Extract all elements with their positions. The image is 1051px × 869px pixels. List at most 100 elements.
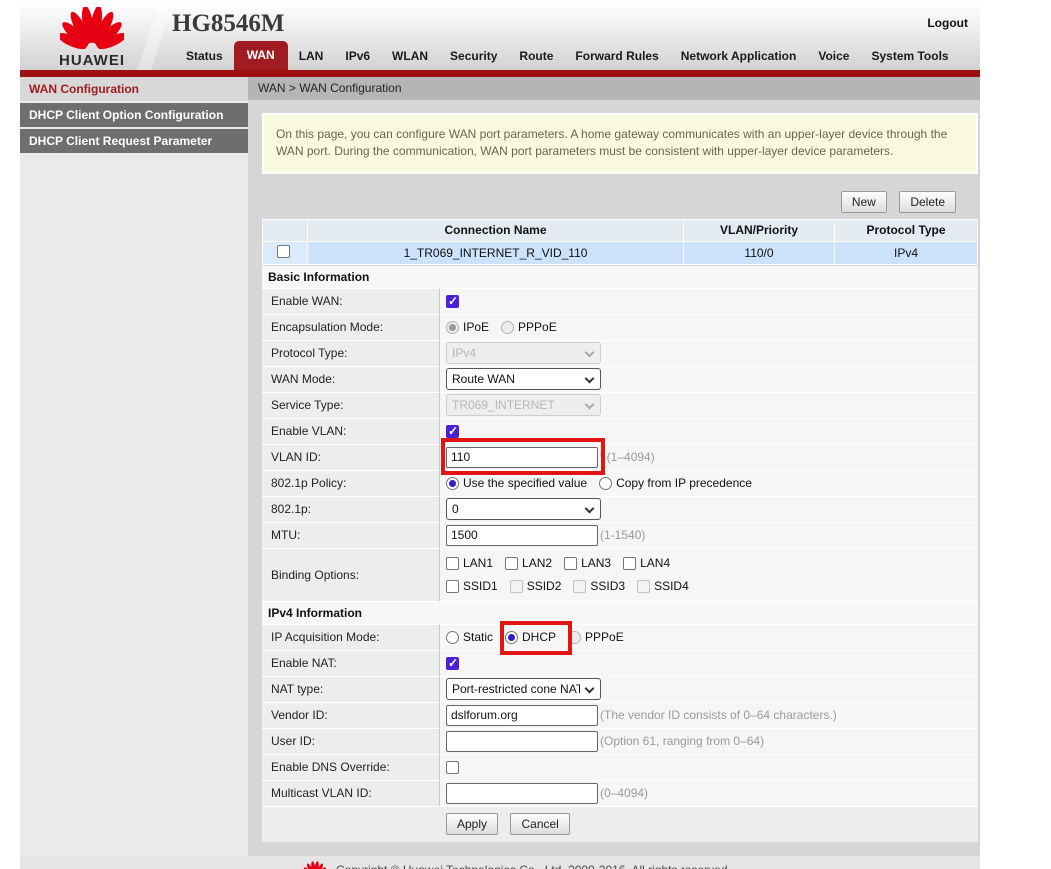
tab-network-application[interactable]: Network Application: [670, 43, 808, 70]
cancel-button[interactable]: Cancel: [510, 813, 569, 835]
enable-wan-checkbox[interactable]: [446, 295, 459, 308]
connection-table: Connection Name VLAN/Priority Protocol T…: [262, 219, 978, 265]
sidebar: WAN Configuration DHCP Client Option Con…: [20, 77, 248, 856]
lan2-checkbox[interactable]: [505, 557, 518, 570]
header-divider: [137, 4, 172, 70]
page-description: On this page, you can configure WAN port…: [262, 113, 978, 174]
row-enable-vlan: Enable VLAN:: [262, 419, 978, 444]
section-ipv4-information: IPv4 Information: [262, 602, 978, 624]
footer: Copyright © Huawei Technologies Co., Ltd…: [20, 856, 980, 869]
ipoe-radio: [446, 321, 459, 334]
8021p-select[interactable]: 0: [446, 498, 601, 520]
vendor-id-label: Vendor ID:: [262, 703, 440, 728]
row-vendor-id: Vendor ID: (The vendor ID consists of 0–…: [262, 703, 978, 728]
tab-wlan[interactable]: WLAN: [381, 43, 439, 70]
row-encapsulation-mode: Encapsulation Mode: IPoE PPPoE: [262, 315, 978, 340]
form-buttons-row: Apply Cancel: [262, 807, 978, 842]
tab-status[interactable]: Status: [175, 43, 234, 70]
ssid2-label: SSID2: [527, 579, 562, 593]
encapsulation-mode-label: Encapsulation Mode:: [262, 315, 440, 340]
header-vlan-priority: VLAN/Priority: [684, 220, 834, 241]
row-protocol-type: Protocol Type: IPv4: [262, 341, 978, 366]
protocol-type-label: Protocol Type:: [262, 341, 440, 366]
tab-wan[interactable]: WAN: [234, 41, 288, 70]
vlan-priority-cell: 110/0: [684, 242, 834, 264]
connection-name-cell: 1_TR069_INTERNET_R_VID_110: [308, 242, 683, 264]
enable-vlan-checkbox[interactable]: [446, 425, 459, 438]
vlan-id-input[interactable]: [446, 447, 598, 468]
user-id-input[interactable]: [446, 731, 598, 752]
delete-button[interactable]: Delete: [899, 191, 956, 213]
8021p-label: 802.1p:: [262, 497, 440, 522]
row-mtu: MTU: (1-1540): [262, 523, 978, 548]
multicast-vlan-id-hint: (0–4094): [600, 786, 648, 800]
pppoe-mode-radio-label: PPPoE: [585, 630, 624, 644]
row-ip-acquisition-mode: IP Acquisition Mode: Static DHCP PPPoE: [262, 625, 978, 650]
wan-mode-label: WAN Mode:: [262, 367, 440, 392]
top-nav: Status WAN LAN IPv6 WLAN Security Route …: [175, 41, 960, 70]
static-radio[interactable]: [446, 631, 459, 644]
huawei-flower-icon: [303, 861, 327, 869]
mtu-hint: (1-1540): [600, 528, 645, 542]
dhcp-radio[interactable]: [505, 631, 518, 644]
ssid3-checkbox: [573, 580, 586, 593]
row-binding-options: Binding Options: LAN1 LAN2 LAN3 LAN4 SSI…: [262, 549, 978, 601]
multicast-vlan-id-input[interactable]: [446, 783, 598, 804]
header-select-cell: [263, 220, 307, 241]
row-user-id: User ID: (Option 61, ranging from 0–64): [262, 729, 978, 754]
nat-type-select[interactable]: Port-restricted cone NAT: [446, 678, 601, 700]
ssid3-label: SSID3: [590, 579, 625, 593]
static-radio-label: Static: [463, 630, 493, 644]
ssid4-label: SSID4: [654, 579, 689, 593]
ssid1-checkbox[interactable]: [446, 580, 459, 593]
vlan-id-label: VLAN ID:: [262, 445, 440, 470]
enable-nat-label: Enable NAT:: [262, 651, 440, 676]
table-actions: New Delete: [262, 191, 956, 213]
pppoe-mode-radio: [568, 631, 581, 644]
row-vlan-id: VLAN ID: *(1–4094): [262, 445, 978, 470]
pppoe-radio: [501, 321, 514, 334]
row-checkbox[interactable]: [277, 245, 290, 258]
use-specified-value-label: Use the specified value: [463, 476, 587, 490]
tab-lan[interactable]: LAN: [288, 43, 335, 70]
tab-route[interactable]: Route: [508, 43, 564, 70]
user-id-label: User ID:: [262, 729, 440, 754]
tab-system-tools[interactable]: System Tools: [860, 43, 959, 70]
use-specified-value-radio[interactable]: [446, 477, 459, 490]
sidebar-item-dhcp-client-request-parameter[interactable]: DHCP Client Request Parameter: [20, 129, 248, 153]
wan-mode-select[interactable]: Route WAN: [446, 368, 601, 390]
page-title: HG8546M: [172, 10, 285, 38]
copy-from-ip-precedence-radio[interactable]: [599, 477, 612, 490]
lan4-checkbox[interactable]: [623, 557, 636, 570]
tab-security[interactable]: Security: [439, 43, 508, 70]
required-asterisk: *: [600, 450, 605, 464]
new-button[interactable]: New: [841, 191, 887, 213]
router-admin-page: HUAWEI HG8546M Logout Status WAN LAN IPv…: [0, 0, 1051, 869]
connection-table-header-row: Connection Name VLAN/Priority Protocol T…: [263, 220, 977, 241]
tab-ipv6[interactable]: IPv6: [334, 43, 381, 70]
tab-voice[interactable]: Voice: [807, 43, 860, 70]
lan3-checkbox[interactable]: [564, 557, 577, 570]
wan-form: Basic Information Enable WAN: Encapsulat…: [262, 266, 978, 842]
multicast-vlan-id-label: Multicast VLAN ID:: [262, 781, 440, 806]
row-service-type: Service Type: TR069_INTERNET: [262, 393, 978, 418]
user-id-hint: (Option 61, ranging from 0–64): [600, 734, 764, 748]
ip-acquisition-mode-label: IP Acquisition Mode:: [262, 625, 440, 650]
apply-button[interactable]: Apply: [446, 813, 498, 835]
row-enable-dns-override: Enable DNS Override:: [262, 755, 978, 780]
mtu-input[interactable]: [446, 525, 598, 546]
lan3-label: LAN3: [581, 556, 611, 570]
protocol-type-cell: IPv4: [835, 242, 977, 264]
enable-nat-checkbox[interactable]: [446, 657, 459, 670]
logout-link[interactable]: Logout: [927, 16, 968, 30]
lan4-label: LAN4: [640, 556, 670, 570]
vendor-id-input[interactable]: [446, 705, 598, 726]
sidebar-item-dhcp-client-option-configuration[interactable]: DHCP Client Option Configuration: [20, 103, 248, 127]
lan1-checkbox[interactable]: [446, 557, 459, 570]
table-row: 1_TR069_INTERNET_R_VID_110 110/0 IPv4: [263, 242, 977, 264]
vlan-id-hint: (1–4094): [607, 450, 655, 464]
tab-forward-rules[interactable]: Forward Rules: [564, 43, 669, 70]
sidebar-item-wan-configuration[interactable]: WAN Configuration: [20, 77, 248, 101]
enable-dns-override-checkbox[interactable]: [446, 761, 459, 774]
row-wan-mode: WAN Mode: Route WAN: [262, 367, 978, 392]
